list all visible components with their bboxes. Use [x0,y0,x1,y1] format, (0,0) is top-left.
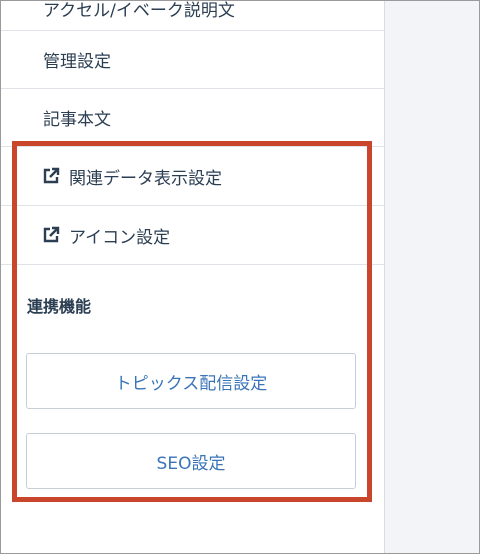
menu-item-article-body[interactable]: 記事本文 [1,89,384,147]
menu-item-label: アイコン設定 [69,227,171,248]
menu-item-label: 管理設定 [43,52,111,72]
menu-item-icon-settings[interactable]: アイコン設定 [1,206,384,265]
menu-item-label: アクセル/イベーク説明文 [43,1,235,21]
integration-section-title: 連携機能 [27,297,92,316]
menu-item-label: 関連データ表示設定 [69,168,222,189]
menu-item-related-data-display[interactable]: 関連データ表示設定 [1,147,384,206]
external-link-icon [41,166,61,186]
external-link-icon [41,225,61,245]
menu-item-admin-settings[interactable]: 管理設定 [1,31,384,89]
screenshot-frame: アクセル/イベーク説明文 管理設定 記事本文 関連データ表示設定 アイコン設定 … [0,0,480,554]
menu-item-label: 記事本文 [43,110,111,130]
menu-item-partial[interactable]: アクセル/イベーク説明文 [1,1,384,31]
settings-menu-panel: アクセル/イベーク説明文 管理設定 記事本文 関連データ表示設定 アイコン設定 … [1,1,385,553]
seo-settings-button[interactable]: SEO設定 [26,433,356,489]
topics-delivery-settings-button[interactable]: トピックス配信設定 [26,353,356,409]
content-area [385,1,479,553]
